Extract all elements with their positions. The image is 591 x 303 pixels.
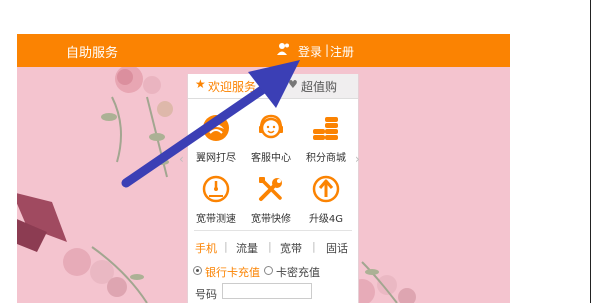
annotation-arrow-icon <box>121 60 300 188</box>
